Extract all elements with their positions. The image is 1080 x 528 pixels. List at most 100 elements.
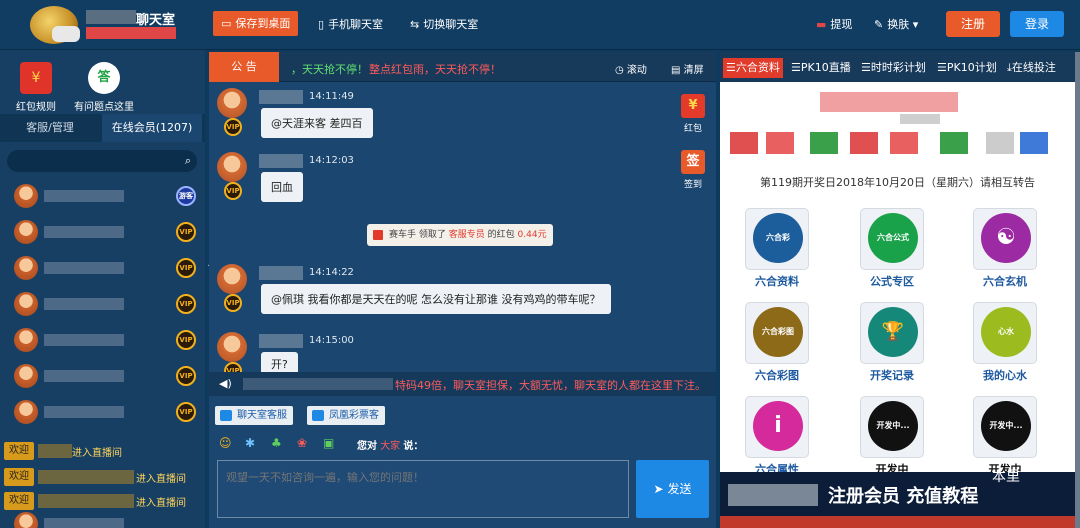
draw-ball (986, 132, 1014, 154)
message-time: 14:11:49 (309, 91, 354, 102)
redpacket-notice: 赛车手 领取了 客服专员 的红包 0.44元 (367, 224, 553, 246)
watermark-text: 本里 (992, 469, 1020, 485)
monitor-icon: ▭ (221, 17, 232, 30)
result-header-blur (820, 92, 958, 112)
sender-name-blur (259, 154, 303, 168)
draw-balls (730, 132, 1060, 154)
clear-screen-button[interactable]: ▤ 清屏 (671, 61, 704, 76)
member-name-blur (44, 298, 124, 310)
tab-lhc-info[interactable]: ☰六合资料 (723, 58, 783, 78)
tab-online-members[interactable]: 在线会员(1207) (102, 114, 202, 142)
grid-item-charts[interactable]: 六合彩图 六合彩图 (745, 302, 809, 383)
scroll-toggle[interactable]: ◷ 滚动 (615, 61, 647, 76)
draw-info-text: 第119期开奖日2018年10月20日（星期六）请相互转告 (760, 176, 1035, 189)
in-development-icon: 开发中... (868, 401, 918, 451)
signin-button[interactable]: 签 签到 (679, 150, 707, 190)
avatar[interactable] (217, 264, 247, 294)
message-input-box (217, 460, 629, 518)
search-icon[interactable]: ⌕ (185, 154, 191, 168)
message-input[interactable] (218, 461, 628, 517)
register-button[interactable]: 注册 (946, 11, 1000, 37)
switch-chat-link[interactable]: ⇆ 切换聊天室 (410, 16, 478, 32)
member-search-input[interactable] (7, 150, 167, 172)
compose-toolbar: ☺ ✱ ♣ ❀ ▣ 您对 大家 说： (209, 432, 716, 454)
grid-item-attributes[interactable]: i 六合属性 (745, 396, 809, 477)
notice-text-2: 整点红包雨，天天抢不停！ (369, 63, 501, 76)
yin-yang-icon: ☯ (981, 213, 1031, 263)
tab-online-bet[interactable]: ⤓在线投注 (1004, 58, 1059, 78)
top-bar: 聊天室 ▭ 保存到桌面 ▯ 手机聊天室 ⇆ 切换聊天室 ▬ 提现 ✎ 换肤 ▾ 注册 登录 (0, 0, 1080, 50)
thumbs-up-icon[interactable]: ♣ (271, 436, 282, 450)
register-banner[interactable]: 注册会员 充值教程 本里 (720, 469, 1075, 528)
tab-service[interactable]: 客服/管理 (0, 114, 100, 142)
avatar[interactable] (217, 88, 247, 118)
speaker-icon: ◀) (219, 377, 232, 390)
grid-item-dev-1[interactable]: 开发中... 开发中 (860, 396, 924, 477)
vip-badge: VIP (176, 294, 196, 314)
recipient-label: 您对 大家 说： (357, 441, 424, 452)
banner-blur (728, 484, 818, 506)
skin-dropdown[interactable]: ✎ 换肤 ▾ (874, 16, 918, 32)
member-row[interactable]: 游客 (10, 182, 200, 212)
notice-bar: 公 告 ，天天抢不停！ 整点红包雨，天天抢不停！ ◷ 滚动 ▤ 清屏 (209, 52, 716, 82)
switch-icon: ⇆ (410, 18, 420, 31)
grid-item-favorites[interactable]: 心水 我的心水 (973, 302, 1037, 383)
draw-ball (890, 132, 918, 154)
sender-name-blur (259, 266, 303, 280)
member-row[interactable]: VIP (10, 326, 200, 356)
vip-badge: VIP (176, 330, 196, 350)
vip-badge: VIP (176, 222, 196, 242)
member-row[interactable]: VIP (10, 362, 200, 392)
message-bubble: 回血 (261, 172, 303, 202)
avatar (14, 512, 38, 528)
flag-icon: ▬ (816, 18, 827, 31)
avatar[interactable] (217, 332, 247, 362)
red-envelope-icon: ¥ (20, 62, 52, 94)
formula-icon: 六合公式 (868, 213, 918, 263)
tab-pk10-plan[interactable]: ☰PK10计划 (934, 58, 1000, 78)
grid-item-formula[interactable]: 六合公式 公式专区 (860, 208, 924, 289)
clock-icon: ◷ (615, 65, 624, 76)
right-scrollbar[interactable] (1075, 52, 1080, 528)
flower-icon[interactable]: ❀ (297, 436, 307, 450)
welcome-text: 进入直播间 (136, 474, 186, 485)
mobile-chat-link[interactable]: ▯ 手机聊天室 (318, 16, 383, 32)
in-development-icon: 开发中... (981, 401, 1031, 451)
red-rules-link[interactable]: ¥ 红包规则 (16, 62, 56, 113)
login-button[interactable]: 登录 (1010, 11, 1064, 37)
sparkle-icon[interactable]: ✱ (245, 436, 255, 450)
lottery-service-button[interactable]: 凤凰彩票客 (307, 406, 385, 425)
chat-service-button[interactable]: 聊天室客服 (215, 406, 293, 425)
member-row[interactable]: VIP (10, 398, 200, 428)
withdraw-link[interactable]: ▬ 提现 (816, 16, 852, 32)
image-icon[interactable]: ▣ (323, 436, 334, 450)
message-time: 14:15:00 (309, 335, 354, 346)
grid-item-lhc-info[interactable]: 六合彩 六合资料 (745, 208, 809, 289)
caret-down-icon: ▾ (909, 18, 919, 31)
member-row[interactable]: VIP (10, 290, 200, 320)
grid-item-mystery[interactable]: ☯ 六合玄机 (973, 208, 1037, 289)
member-row[interactable] (10, 510, 200, 528)
member-row[interactable]: VIP (10, 218, 200, 248)
send-button[interactable]: ➤ 发送 (636, 460, 709, 518)
faq-link[interactable]: 答 有问题点这里 (74, 62, 134, 113)
redpacket-button[interactable]: ¥ 红包 (679, 94, 707, 134)
info-icon: i (753, 401, 803, 451)
member-row[interactable]: VIP (10, 254, 200, 284)
tab-pk10-live[interactable]: ☰PK10直播 (788, 58, 854, 78)
answer-icon: 答 (88, 62, 120, 94)
tab-ssc-plan[interactable]: ☰时时彩计划 (858, 58, 929, 78)
welcome-text: 进入直播间 (72, 448, 122, 459)
grid-item-records[interactable]: 🏆 开奖记录 (860, 302, 924, 383)
vip-badge: VIP (176, 402, 196, 422)
welcome-text: 进入直播间 (136, 498, 186, 509)
vip-badge: VIP (176, 258, 196, 278)
recipient-target[interactable]: 大家 (380, 441, 400, 452)
message-bubble: @天涯来客 差四百 (261, 108, 373, 138)
grid-item-dev-2[interactable]: 开发中... 开发中 (973, 396, 1037, 477)
emoji-icon[interactable]: ☺ (219, 436, 232, 450)
notice-tag: 公 告 (209, 52, 279, 82)
avatar[interactable] (217, 152, 247, 182)
save-desktop-button[interactable]: ▭ 保存到桌面 (213, 11, 299, 36)
vip-badge: VIP (176, 366, 196, 386)
